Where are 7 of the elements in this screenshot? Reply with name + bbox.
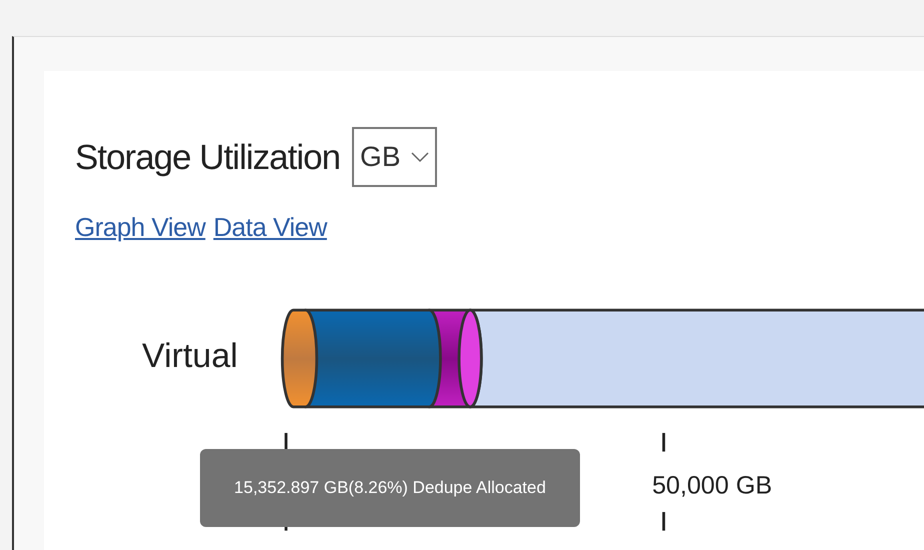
tooltip: 15,352.897 GB(8.26%) Dedupe Allocated	[200, 449, 580, 527]
view-link[interactable]: Graph View	[75, 208, 206, 246]
section-title: Storage Utilization	[75, 140, 340, 174]
chevron-down-icon	[410, 151, 429, 163]
view-link[interactable]: Data View	[213, 208, 327, 246]
axis-label: 50,000 GB	[652, 471, 772, 500]
unit-dropdown[interactable]: GB	[352, 127, 437, 187]
